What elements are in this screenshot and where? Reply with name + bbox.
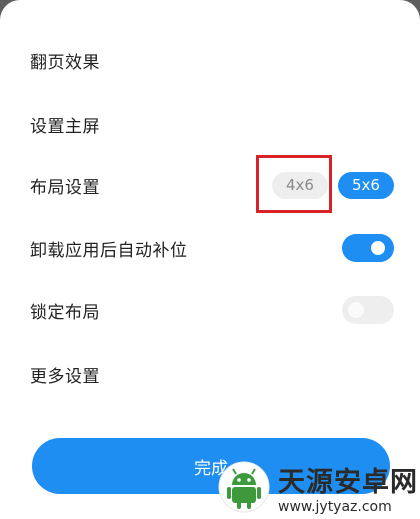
watermark-url: www.jytyaz.com bbox=[278, 498, 392, 515]
auto-fill-row: 卸载应用后自动补位 bbox=[30, 228, 394, 268]
more-settings-label: 更多设置 bbox=[30, 366, 100, 387]
auto-fill-toggle[interactable] bbox=[342, 234, 394, 262]
highlight-box bbox=[256, 155, 332, 213]
layout-option-5x6[interactable]: 5x6 bbox=[338, 171, 394, 199]
more-settings-row[interactable]: 更多设置 bbox=[30, 354, 394, 394]
lock-layout-row: 锁定布局 bbox=[30, 290, 394, 330]
toggle-knob bbox=[348, 302, 364, 318]
auto-fill-label: 卸载应用后自动补位 bbox=[30, 240, 188, 261]
toggle-knob bbox=[371, 241, 385, 255]
page-turn-effect-label: 翻页效果 bbox=[30, 52, 100, 73]
watermark: 天源安卓网 www.jytyaz.com bbox=[218, 458, 418, 516]
set-home-screen-row[interactable]: 设置主屏 bbox=[30, 104, 394, 144]
android-logo-icon bbox=[218, 461, 270, 513]
set-home-screen-label: 设置主屏 bbox=[30, 116, 100, 137]
lock-layout-label: 锁定布局 bbox=[30, 302, 100, 323]
layout-settings-row: 布局设置 4x6 5x6 bbox=[30, 165, 394, 205]
settings-sheet: 翻页效果 设置主屏 布局设置 4x6 5x6 卸载应用后自动补位 锁定布局 更多… bbox=[0, 0, 420, 519]
layout-settings-label: 布局设置 bbox=[30, 177, 100, 198]
lock-layout-toggle[interactable] bbox=[342, 296, 394, 324]
watermark-name: 天源安卓网 bbox=[278, 466, 418, 498]
watermark-text: 天源安卓网 www.jytyaz.com bbox=[278, 460, 418, 515]
page-turn-effect-row[interactable]: 翻页效果 bbox=[30, 40, 394, 80]
